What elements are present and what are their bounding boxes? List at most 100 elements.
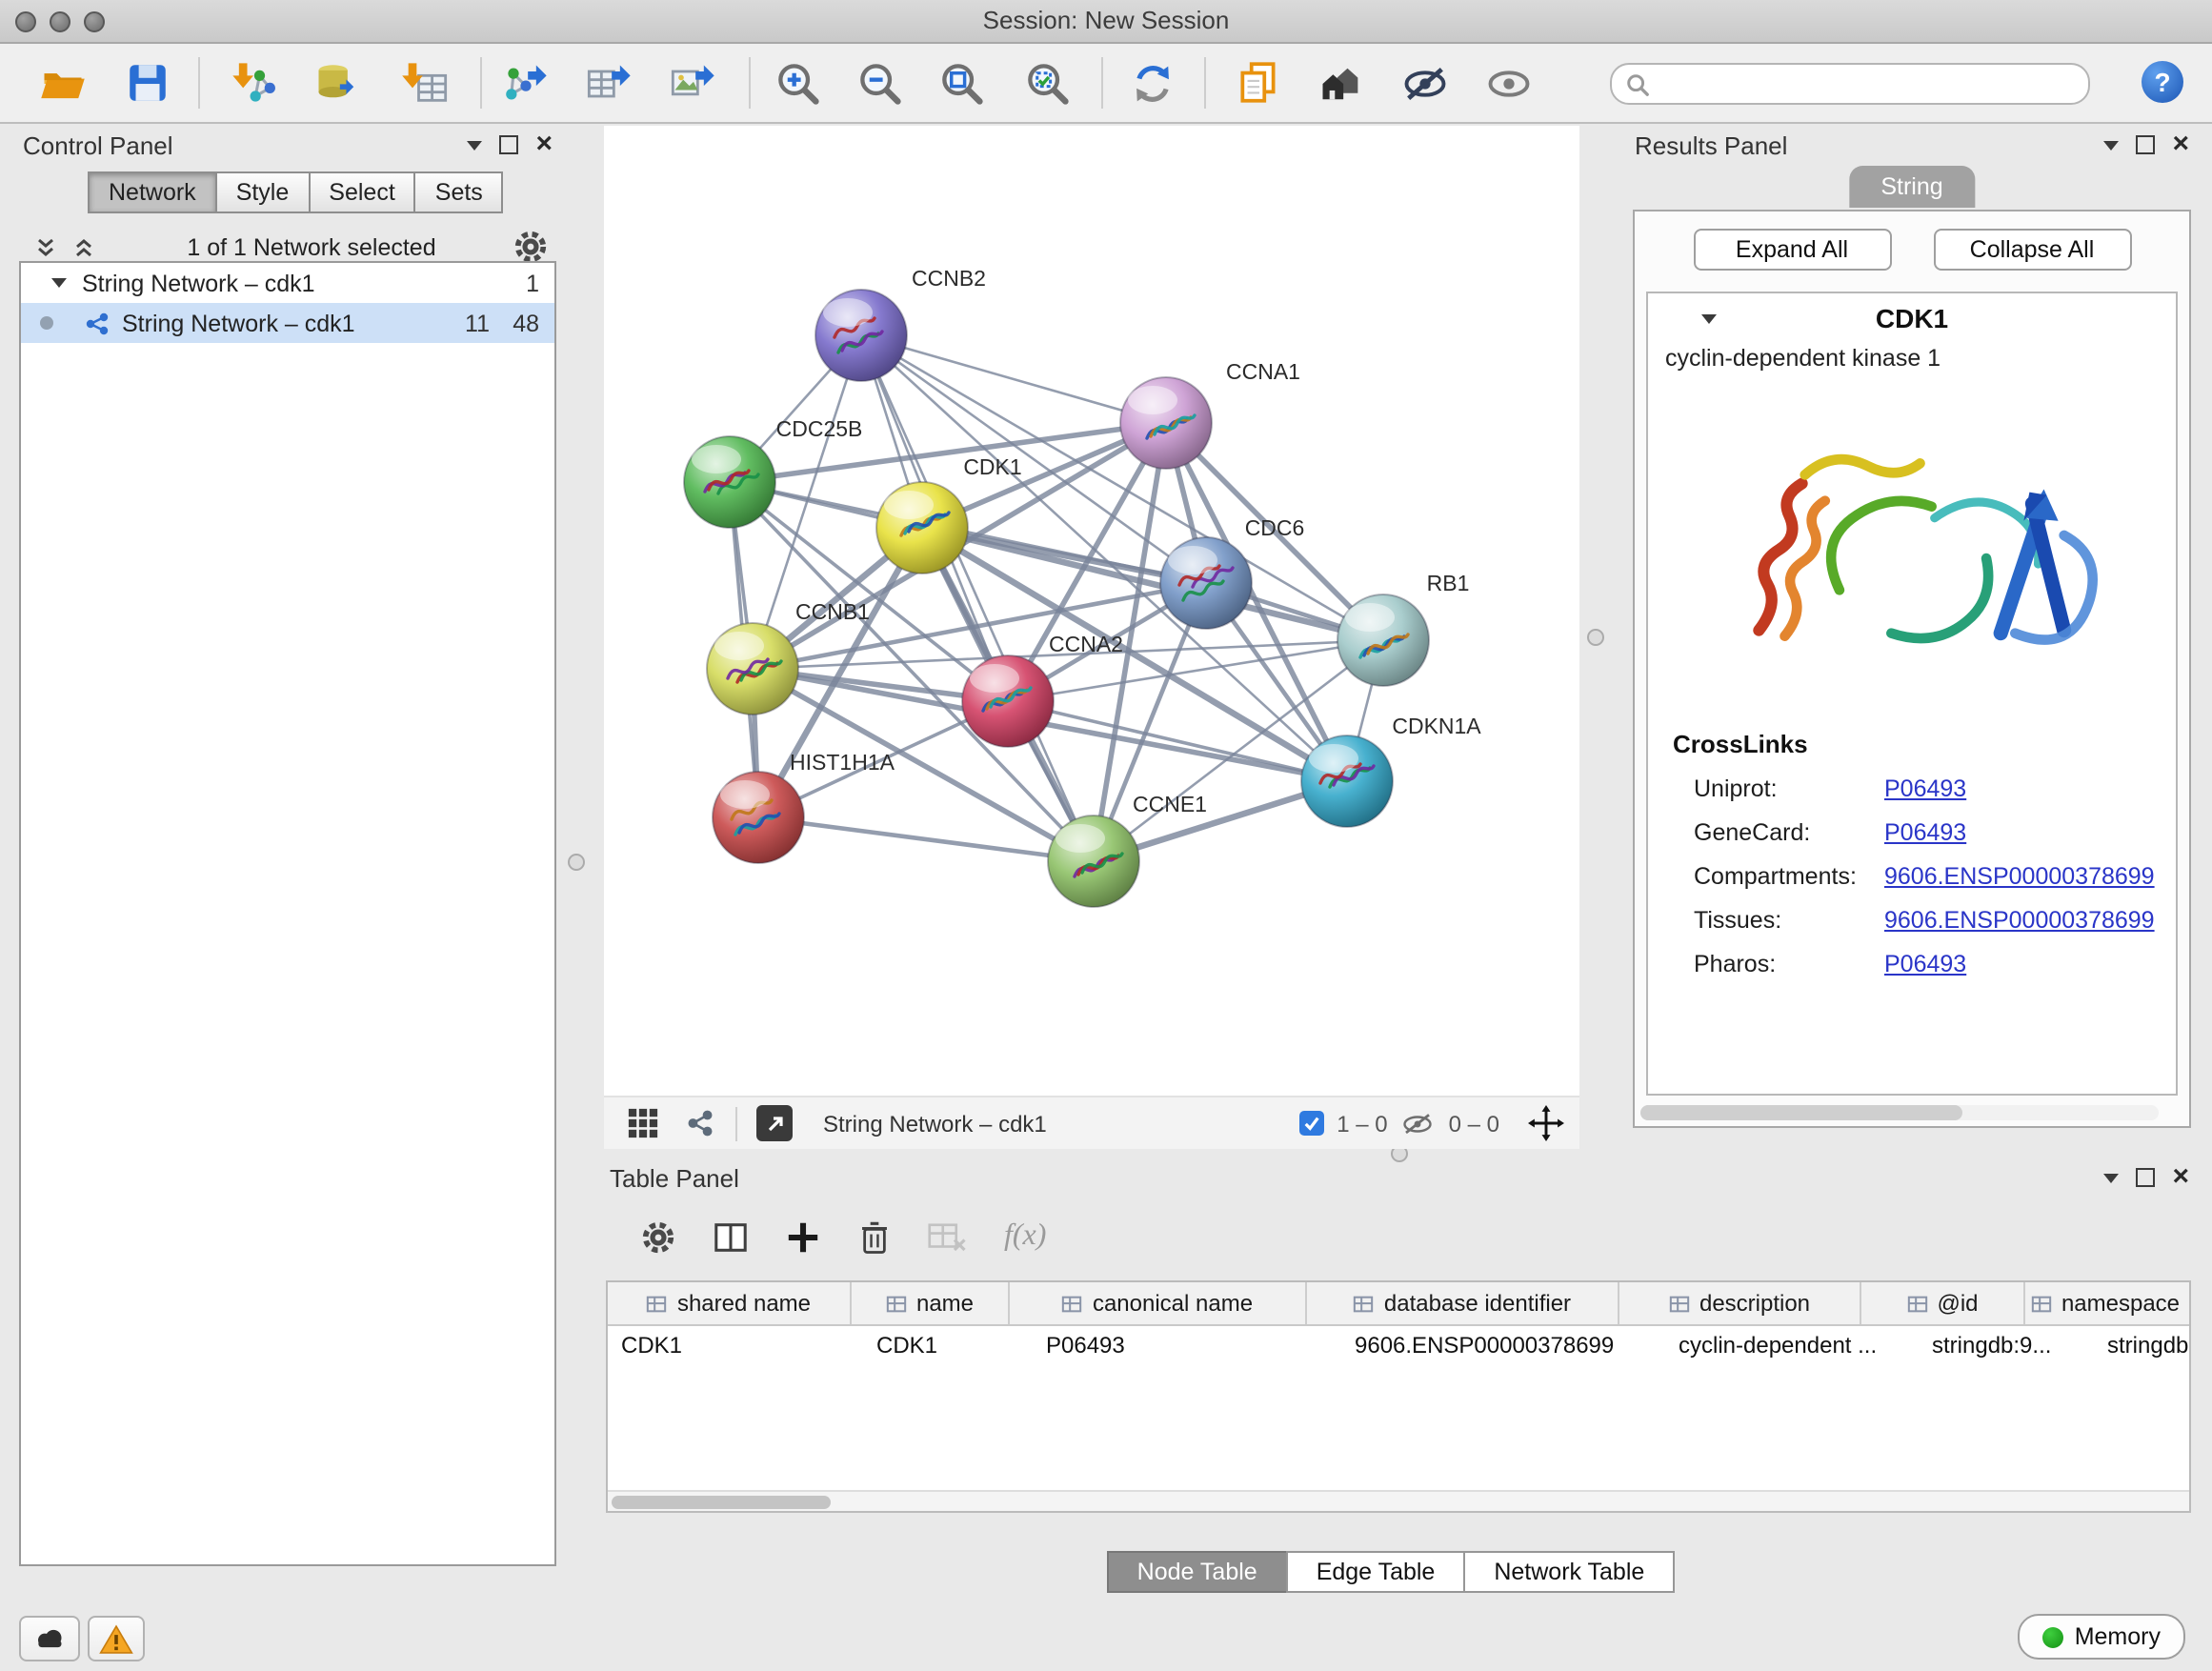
cell-database-identifier[interactable]: 9606.ENSP00000378699 [1341, 1332, 1665, 1359]
window-minimize-button[interactable] [50, 10, 70, 31]
protein-card-header[interactable]: CDK1 [1648, 293, 2176, 343]
show-columns-icon[interactable] [713, 1218, 749, 1255]
cell-canonical-name[interactable]: P06493 [1033, 1332, 1341, 1359]
network-node-RB1[interactable]: RB1 [1337, 571, 1469, 686]
import-table-from-file-button[interactable] [396, 54, 453, 111]
collapse-all-icon[interactable] [34, 235, 57, 258]
open-session-button[interactable] [34, 54, 91, 111]
right-splitter-grip[interactable] [1587, 629, 1604, 646]
panel-maximize-icon[interactable] [499, 135, 518, 154]
tab-network[interactable]: Network [88, 171, 217, 213]
column-header-description[interactable]: description [1619, 1282, 1861, 1324]
scrollbar-thumb[interactable] [1640, 1105, 1961, 1120]
column-header-shared-name[interactable]: shared name [608, 1282, 852, 1324]
cell-description[interactable]: cyclin-dependent ... [1665, 1332, 1919, 1359]
zoom-fit-button[interactable] [934, 54, 991, 111]
homes-button[interactable] [1313, 54, 1370, 111]
import-network-from-file-button[interactable] [225, 54, 282, 111]
left-splitter-grip[interactable] [568, 854, 585, 871]
selected-checkbox[interactable] [1298, 1111, 1323, 1136]
cell-namespace[interactable]: stringdb [2094, 1332, 2191, 1359]
panel-maximize-icon[interactable] [2136, 1168, 2155, 1187]
memory-button[interactable]: Memory [2018, 1614, 2185, 1660]
hide-selected-button[interactable] [1397, 54, 1454, 111]
panel-float-icon[interactable] [2103, 140, 2119, 150]
expand-all-button[interactable]: Expand All [1693, 229, 1891, 271]
export-network-button[interactable] [497, 54, 554, 111]
column-header-name[interactable]: name [852, 1282, 1010, 1324]
gear-icon[interactable] [513, 229, 549, 265]
cell-shared-name[interactable]: CDK1 [608, 1332, 863, 1359]
tab-network-table[interactable]: Network Table [1463, 1551, 1675, 1593]
string-results-tab[interactable]: String [1848, 166, 1975, 208]
panel-float-icon[interactable] [2103, 1173, 2119, 1182]
panel-float-icon[interactable] [467, 140, 482, 150]
collapse-section-icon[interactable] [1701, 313, 1717, 323]
cell-name[interactable]: CDK1 [863, 1332, 1033, 1359]
tab-select[interactable]: Select [308, 171, 416, 213]
delete-column-trash-icon[interactable] [857, 1218, 892, 1255]
export-image-button[interactable] [665, 54, 722, 111]
show-selected-button[interactable] [1480, 54, 1538, 111]
crosslink-link[interactable]: P06493 [1884, 818, 1966, 845]
pan-crosshair-icon[interactable] [1528, 1105, 1564, 1141]
tab-edge-table[interactable]: Edge Table [1286, 1551, 1466, 1593]
network-node-CDC6[interactable]: CDC6 [1160, 515, 1304, 629]
tab-style[interactable]: Style [215, 171, 311, 213]
tab-node-table[interactable]: Node Table [1107, 1551, 1288, 1593]
tree-disclosure-icon[interactable] [51, 278, 67, 288]
network-edge[interactable] [861, 335, 1094, 861]
expand-all-icon[interactable] [72, 235, 95, 258]
crosslink-link[interactable]: P06493 [1884, 775, 1966, 801]
panel-close-icon[interactable]: × [2172, 135, 2189, 154]
table-settings-gear-icon[interactable] [640, 1218, 676, 1255]
crosslink-link[interactable]: 9606.ENSP00000378699 [1884, 862, 2155, 889]
network-node-CDKN1A[interactable]: CDKN1A [1301, 714, 1481, 827]
column-header-namespace[interactable]: namespace [2025, 1282, 2185, 1324]
zoom-in-button[interactable] [770, 54, 827, 111]
network-collection-row[interactable]: String Network – cdk1 1 [21, 263, 554, 303]
results-horizontal-scrollbar[interactable] [1640, 1105, 2159, 1120]
window-close-button[interactable] [15, 10, 36, 31]
network-node-CCNA1[interactable]: CCNA1 [1120, 359, 1300, 469]
network-edge[interactable] [758, 817, 1094, 861]
column-header-database-identifier[interactable]: database identifier [1307, 1282, 1619, 1324]
search-input[interactable] [1658, 67, 2088, 101]
network-canvas[interactable]: CCNB2CCNA1CDC25BCDK1CDC6RB1CCNB1CCNA2CDK… [604, 126, 1579, 1096]
network-row[interactable]: String Network – cdk1 11 48 [21, 303, 554, 343]
scrollbar-thumb[interactable] [612, 1495, 831, 1508]
panel-close-icon[interactable]: × [2172, 1168, 2189, 1187]
collapse-all-button[interactable]: Collapse All [1933, 229, 2131, 271]
zoom-out-button[interactable] [852, 54, 909, 111]
table-row[interactable]: CDK1 CDK1 P06493 9606.ENSP00000378699 cy… [608, 1326, 2189, 1364]
network-node-CCNB1[interactable]: CCNB1 [707, 599, 870, 715]
cell-id[interactable]: stringdb:9... [1919, 1332, 2094, 1359]
panel-maximize-icon[interactable] [2136, 135, 2155, 154]
tab-sets[interactable]: Sets [414, 171, 504, 213]
network-node-HIST1H1A[interactable]: HIST1H1A [713, 750, 895, 863]
export-table-button[interactable] [581, 54, 638, 111]
help-button[interactable]: ? [2142, 61, 2183, 103]
import-network-from-database-button[interactable] [309, 54, 366, 111]
documents-button[interactable] [1229, 54, 1286, 111]
refresh-button[interactable] [1124, 54, 1181, 111]
table-horizontal-scrollbar[interactable] [608, 1490, 2189, 1511]
create-column-plus-icon[interactable] [785, 1218, 821, 1255]
network-edge[interactable] [861, 335, 1166, 423]
detach-view-button[interactable] [756, 1105, 793, 1141]
warnings-button[interactable] [88, 1616, 145, 1661]
function-builder-button[interactable]: f(x) [1004, 1219, 1046, 1254]
crosslink-link[interactable]: 9606.ENSP00000378699 [1884, 906, 2155, 933]
column-header-id[interactable]: @id [1861, 1282, 2025, 1324]
network-overview-icon[interactable] [684, 1107, 716, 1139]
save-session-button[interactable] [118, 54, 175, 111]
grid-view-icon[interactable] [627, 1107, 659, 1139]
cloud-status-button[interactable] [19, 1616, 80, 1661]
delete-table-icon[interactable] [928, 1219, 968, 1254]
panel-close-icon[interactable]: × [535, 135, 553, 154]
network-node-CDK1[interactable]: CDK1 [876, 454, 1022, 574]
crosslink-link[interactable]: P06493 [1884, 950, 1966, 976]
window-zoom-button[interactable] [84, 10, 105, 31]
column-header-canonical-name[interactable]: canonical name [1010, 1282, 1307, 1324]
zoom-selected-button[interactable] [1019, 54, 1076, 111]
